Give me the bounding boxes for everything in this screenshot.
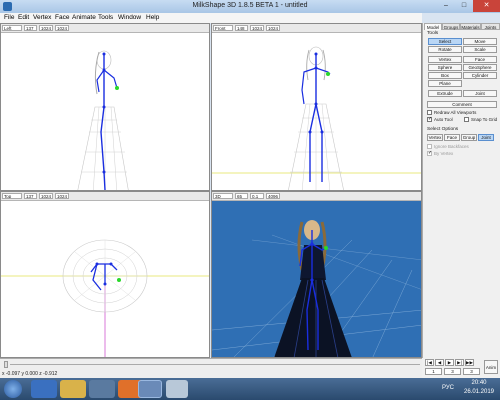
view-field-2[interactable]: 1024 (39, 25, 53, 31)
extrude-tool-button[interactable]: Extrude (428, 90, 462, 97)
tools-label: Tools (427, 31, 439, 36)
menu-bar: File Edit Vertex Face Animate Tools Wind… (0, 13, 422, 23)
box-tool-button[interactable]: Box (428, 72, 462, 79)
select-joint-button[interactable]: Joint (478, 134, 494, 141)
menu-face[interactable]: Face (55, 14, 69, 21)
view-field-3[interactable]: 1024 (55, 25, 69, 31)
view-field-3[interactable]: 1024 (55, 193, 69, 199)
view-select[interactable]: Front (213, 25, 233, 31)
timeline-track (10, 364, 420, 365)
ignore-backfaces-checkbox[interactable] (427, 144, 432, 149)
title-bar: MilkShape 3D 1.8.5 BETA 1 - untitled – □… (0, 0, 500, 13)
view-select[interactable]: 3D (213, 193, 233, 199)
view-field-1[interactable]: 137 (24, 193, 37, 199)
language-indicator[interactable]: РУС (440, 385, 456, 391)
view-select[interactable]: Top (2, 193, 22, 199)
clock-date[interactable]: 26.01.2019 (458, 389, 500, 395)
end-frame-input[interactable]: 3 (463, 368, 480, 375)
by-vertex-label: By Vertex (434, 151, 454, 156)
snap-checkbox[interactable] (464, 117, 469, 122)
view-field-3[interactable]: 1024 (266, 25, 280, 31)
view-field-1[interactable]: 148 (235, 25, 248, 31)
next-frame-button[interactable]: ▶ (445, 359, 454, 366)
model-top-view (1, 239, 209, 357)
first-frame-button[interactable]: |◀ (425, 359, 434, 366)
menu-vertex[interactable]: Vertex (33, 14, 51, 21)
geosphere-tool-button[interactable]: GeoSphere (463, 64, 497, 71)
menu-window[interactable]: Window (118, 14, 141, 21)
view-field-2[interactable]: 0.1 (250, 193, 264, 199)
select-tool-button[interactable]: Select (428, 38, 462, 45)
cylinder-tool-button[interactable]: Cylinder (463, 72, 497, 79)
maximize-button[interactable]: □ (455, 0, 473, 12)
autotool-checkbox[interactable] (427, 116, 432, 122)
plane-tool-button[interactable]: Plane (428, 80, 462, 87)
explorer-taskbar-icon[interactable] (60, 380, 86, 398)
select-group-button[interactable]: Group (461, 134, 477, 141)
frame-input[interactable]: 1 (425, 368, 442, 375)
prev-frame-button[interactable]: ◀ (435, 359, 444, 366)
model-3d-render (212, 220, 421, 357)
select-options-label: Select Options (427, 127, 459, 132)
snap-label: Snap To Grid (471, 117, 498, 122)
redraw-label: Redraw All Viewports (434, 110, 477, 115)
menu-help[interactable]: Help (146, 14, 159, 21)
view-select[interactable]: Left (2, 25, 22, 31)
rotate-tool-button[interactable]: Rotate (428, 46, 462, 53)
play-button[interactable]: ▶▶ (465, 359, 474, 366)
clock-time[interactable]: 20:40 (458, 380, 500, 386)
status-bar: x -0.097 y 0.000 z -0.912 (0, 370, 424, 378)
menu-animate[interactable]: Animate (72, 14, 96, 21)
tab-joints[interactable]: Joints (481, 23, 500, 30)
tab-materials[interactable]: Materials (460, 23, 481, 30)
timeline-slider-handle[interactable] (4, 361, 8, 368)
menu-file[interactable]: File (4, 14, 14, 21)
minimize-button[interactable]: – (437, 0, 455, 12)
select-face-button[interactable]: Face (444, 134, 460, 141)
tab-groups[interactable]: Groups (442, 23, 460, 30)
viewport-top[interactable]: Top 137 1024 1024 (0, 191, 210, 358)
viewport-front[interactable]: Front 148 1024 1024 (211, 23, 422, 191)
viewport-left[interactable]: Left 137 1024 1024 (0, 23, 210, 191)
start-frame-input[interactable]: 3 (444, 368, 461, 375)
media-taskbar-icon[interactable] (89, 380, 115, 398)
app-taskbar-icon[interactable] (166, 380, 188, 398)
ie-taskbar-icon[interactable] (31, 380, 57, 398)
face-tool-button[interactable]: Face (463, 56, 497, 63)
select-vertex-button[interactable]: Vertex (427, 134, 443, 141)
comment-button[interactable]: Comment (427, 101, 497, 108)
joint-tool-button[interactable]: Joint (463, 90, 497, 97)
coordinates-readout: x -0.097 y 0.000 z -0.912 (2, 371, 58, 377)
view-field-3[interactable]: 4096 (266, 193, 280, 199)
sphere-tool-button[interactable]: Sphere (428, 64, 462, 71)
window-title: MilkShape 3D 1.8.5 BETA 1 - untitled (192, 2, 308, 9)
animation-controls: |◀ ◀ ▶ ▶| ▶▶ Anim 1 3 3 (422, 358, 500, 378)
viewport-3d[interactable]: 3D 65 0.1 4096 (211, 191, 422, 358)
redraw-checkbox[interactable] (427, 110, 432, 115)
scale-tool-button[interactable]: Scale (463, 46, 497, 53)
anim-button[interactable]: Anim (484, 360, 498, 374)
view-field-2[interactable]: 1024 (250, 25, 264, 31)
tab-model[interactable]: Model (424, 23, 442, 30)
last-frame-button[interactable]: ▶| (455, 359, 464, 366)
view-field-1[interactable]: 65 (235, 193, 248, 199)
tool-panel: Model Groups Materials Joints Tools Sele… (422, 23, 500, 358)
milkshape-taskbar-icon[interactable] (138, 380, 162, 398)
close-button[interactable]: ✕ (473, 0, 500, 12)
view-field-1[interactable]: 137 (24, 25, 37, 31)
view-field-2[interactable]: 1024 (39, 193, 53, 199)
model-side-view (77, 50, 129, 190)
vertex-tool-button[interactable]: Vertex (428, 56, 462, 63)
model-front-view (212, 46, 421, 190)
move-tool-button[interactable]: Move (463, 38, 497, 45)
start-button[interactable] (4, 380, 22, 398)
taskbar: РУС 20:40 26.01.2019 (0, 378, 500, 400)
menu-edit[interactable]: Edit (18, 14, 29, 21)
menu-tools[interactable]: Tools (98, 14, 113, 21)
by-vertex-checkbox[interactable] (427, 150, 432, 156)
autotool-label: Auto Tool (434, 117, 453, 122)
ignore-backfaces-label: Ignore Backfaces (434, 144, 469, 149)
